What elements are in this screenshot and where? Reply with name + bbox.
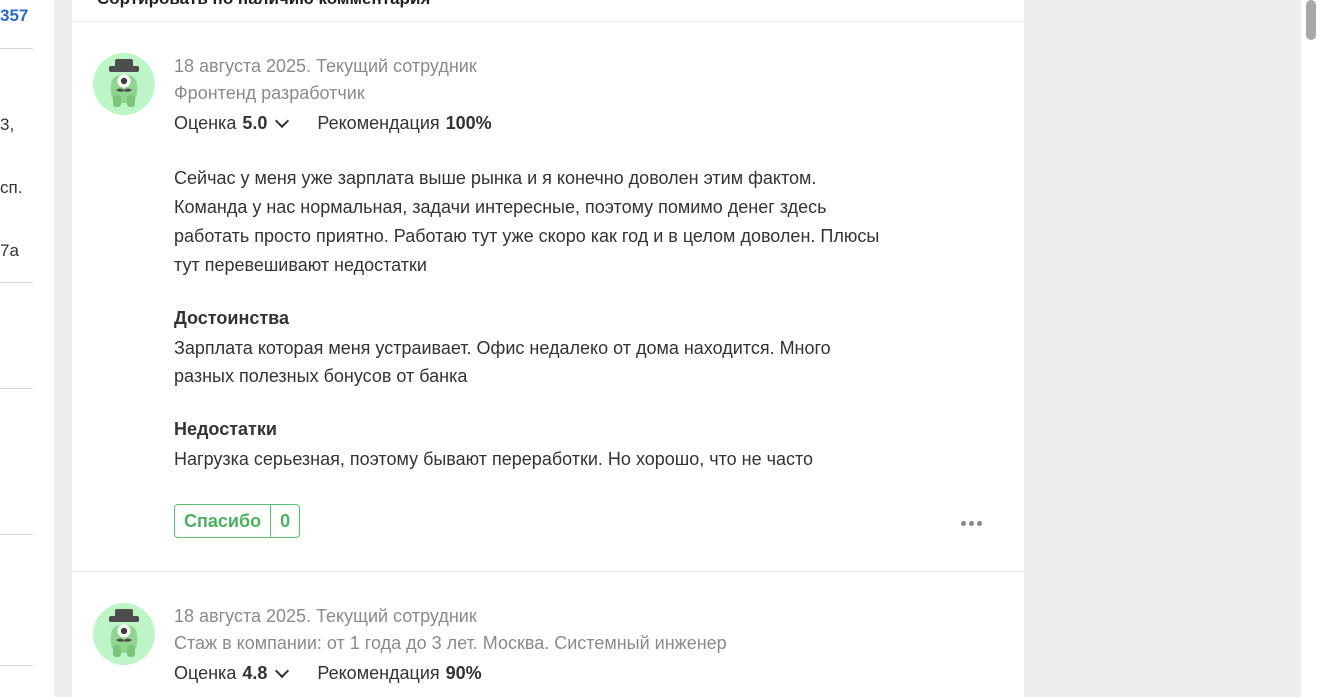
rating-label: Оценка bbox=[174, 663, 237, 683]
rating-value[interactable]: 5.0 bbox=[242, 113, 267, 134]
review-meta: 18 августа 2025. Текущий сотрудник Фронт… bbox=[174, 53, 477, 107]
review-ratings: Оценка 4.8 Рекомендация 90% bbox=[174, 663, 482, 684]
chevron-down-icon[interactable] bbox=[275, 113, 290, 128]
sidebar-divider bbox=[0, 534, 33, 535]
cons-text: Нагрузка серьезная, поэтому бывают перер… bbox=[174, 449, 814, 469]
sidebar-fragment-text: 7а bbox=[0, 241, 19, 260]
pros-title: Достоинства bbox=[174, 308, 289, 328]
review-date-status: 18 августа 2025. Текущий сотрудник bbox=[174, 606, 477, 626]
more-dots-icon[interactable] bbox=[961, 521, 982, 526]
thanks-label[interactable]: Спасибо bbox=[175, 505, 270, 537]
review-position: Стаж в компании: от 1 года до 3 лет. Мос… bbox=[174, 633, 727, 653]
sidebar-divider bbox=[0, 282, 33, 283]
sidebar-fragment-text: 3, bbox=[0, 115, 15, 134]
review-meta: 18 августа 2025. Текущий сотрудник Стаж … bbox=[174, 603, 727, 657]
sort-bar[interactable]: Сортировать по наличию комментария bbox=[72, 0, 1024, 22]
review-body: Сейчас у меня уже зарплата выше рынка и … bbox=[174, 168, 880, 275]
recommend-value: 90% bbox=[445, 663, 482, 683]
recommend-label: Рекомендация bbox=[317, 663, 440, 683]
reviews-list: Сортировать по наличию комментария 18 ав… bbox=[72, 0, 1024, 697]
chevron-down-icon[interactable] bbox=[275, 663, 290, 678]
review-position: Фронтенд разработчик bbox=[174, 83, 365, 103]
review-card: 18 августа 2025. Текущий сотрудник Фронт… bbox=[72, 22, 1024, 572]
sidebar-divider bbox=[0, 48, 33, 49]
recommend-label: Рекомендация bbox=[317, 113, 440, 133]
page-scrollbar[interactable] bbox=[1301, 0, 1317, 697]
recommend-value: 100% bbox=[445, 113, 492, 133]
anonymous-mascot-icon bbox=[93, 603, 155, 665]
pros-text: Зарплата которая меня устраивает. Офис н… bbox=[174, 338, 831, 386]
review-date-status: 18 августа 2025. Текущий сотрудник bbox=[174, 56, 477, 76]
sidebar-divider bbox=[0, 388, 33, 389]
sidebar-divider bbox=[0, 665, 33, 666]
anonymous-mascot-icon bbox=[93, 53, 155, 115]
sidebar-fragment-text: сп. bbox=[0, 178, 23, 197]
cons-title: Недостатки bbox=[174, 419, 277, 439]
scrollbar-thumb[interactable] bbox=[1306, 0, 1316, 40]
review-ratings: Оценка 5.0 Рекомендация 100% bbox=[174, 113, 492, 134]
review-card: 18 августа 2025. Текущий сотрудник Стаж … bbox=[72, 572, 1024, 697]
left-sidebar: 357 3, сп. 7а bbox=[0, 0, 54, 697]
rating-value[interactable]: 4.8 bbox=[242, 663, 267, 684]
sort-dropdown-label[interactable]: Сортировать по наличию комментария bbox=[97, 0, 430, 9]
sidebar-fragment-count[interactable]: 357 bbox=[0, 6, 28, 26]
thanks-count: 0 bbox=[270, 505, 299, 537]
thanks-button[interactable]: Спасибо 0 bbox=[174, 504, 301, 538]
rating-label: Оценка bbox=[174, 113, 237, 133]
